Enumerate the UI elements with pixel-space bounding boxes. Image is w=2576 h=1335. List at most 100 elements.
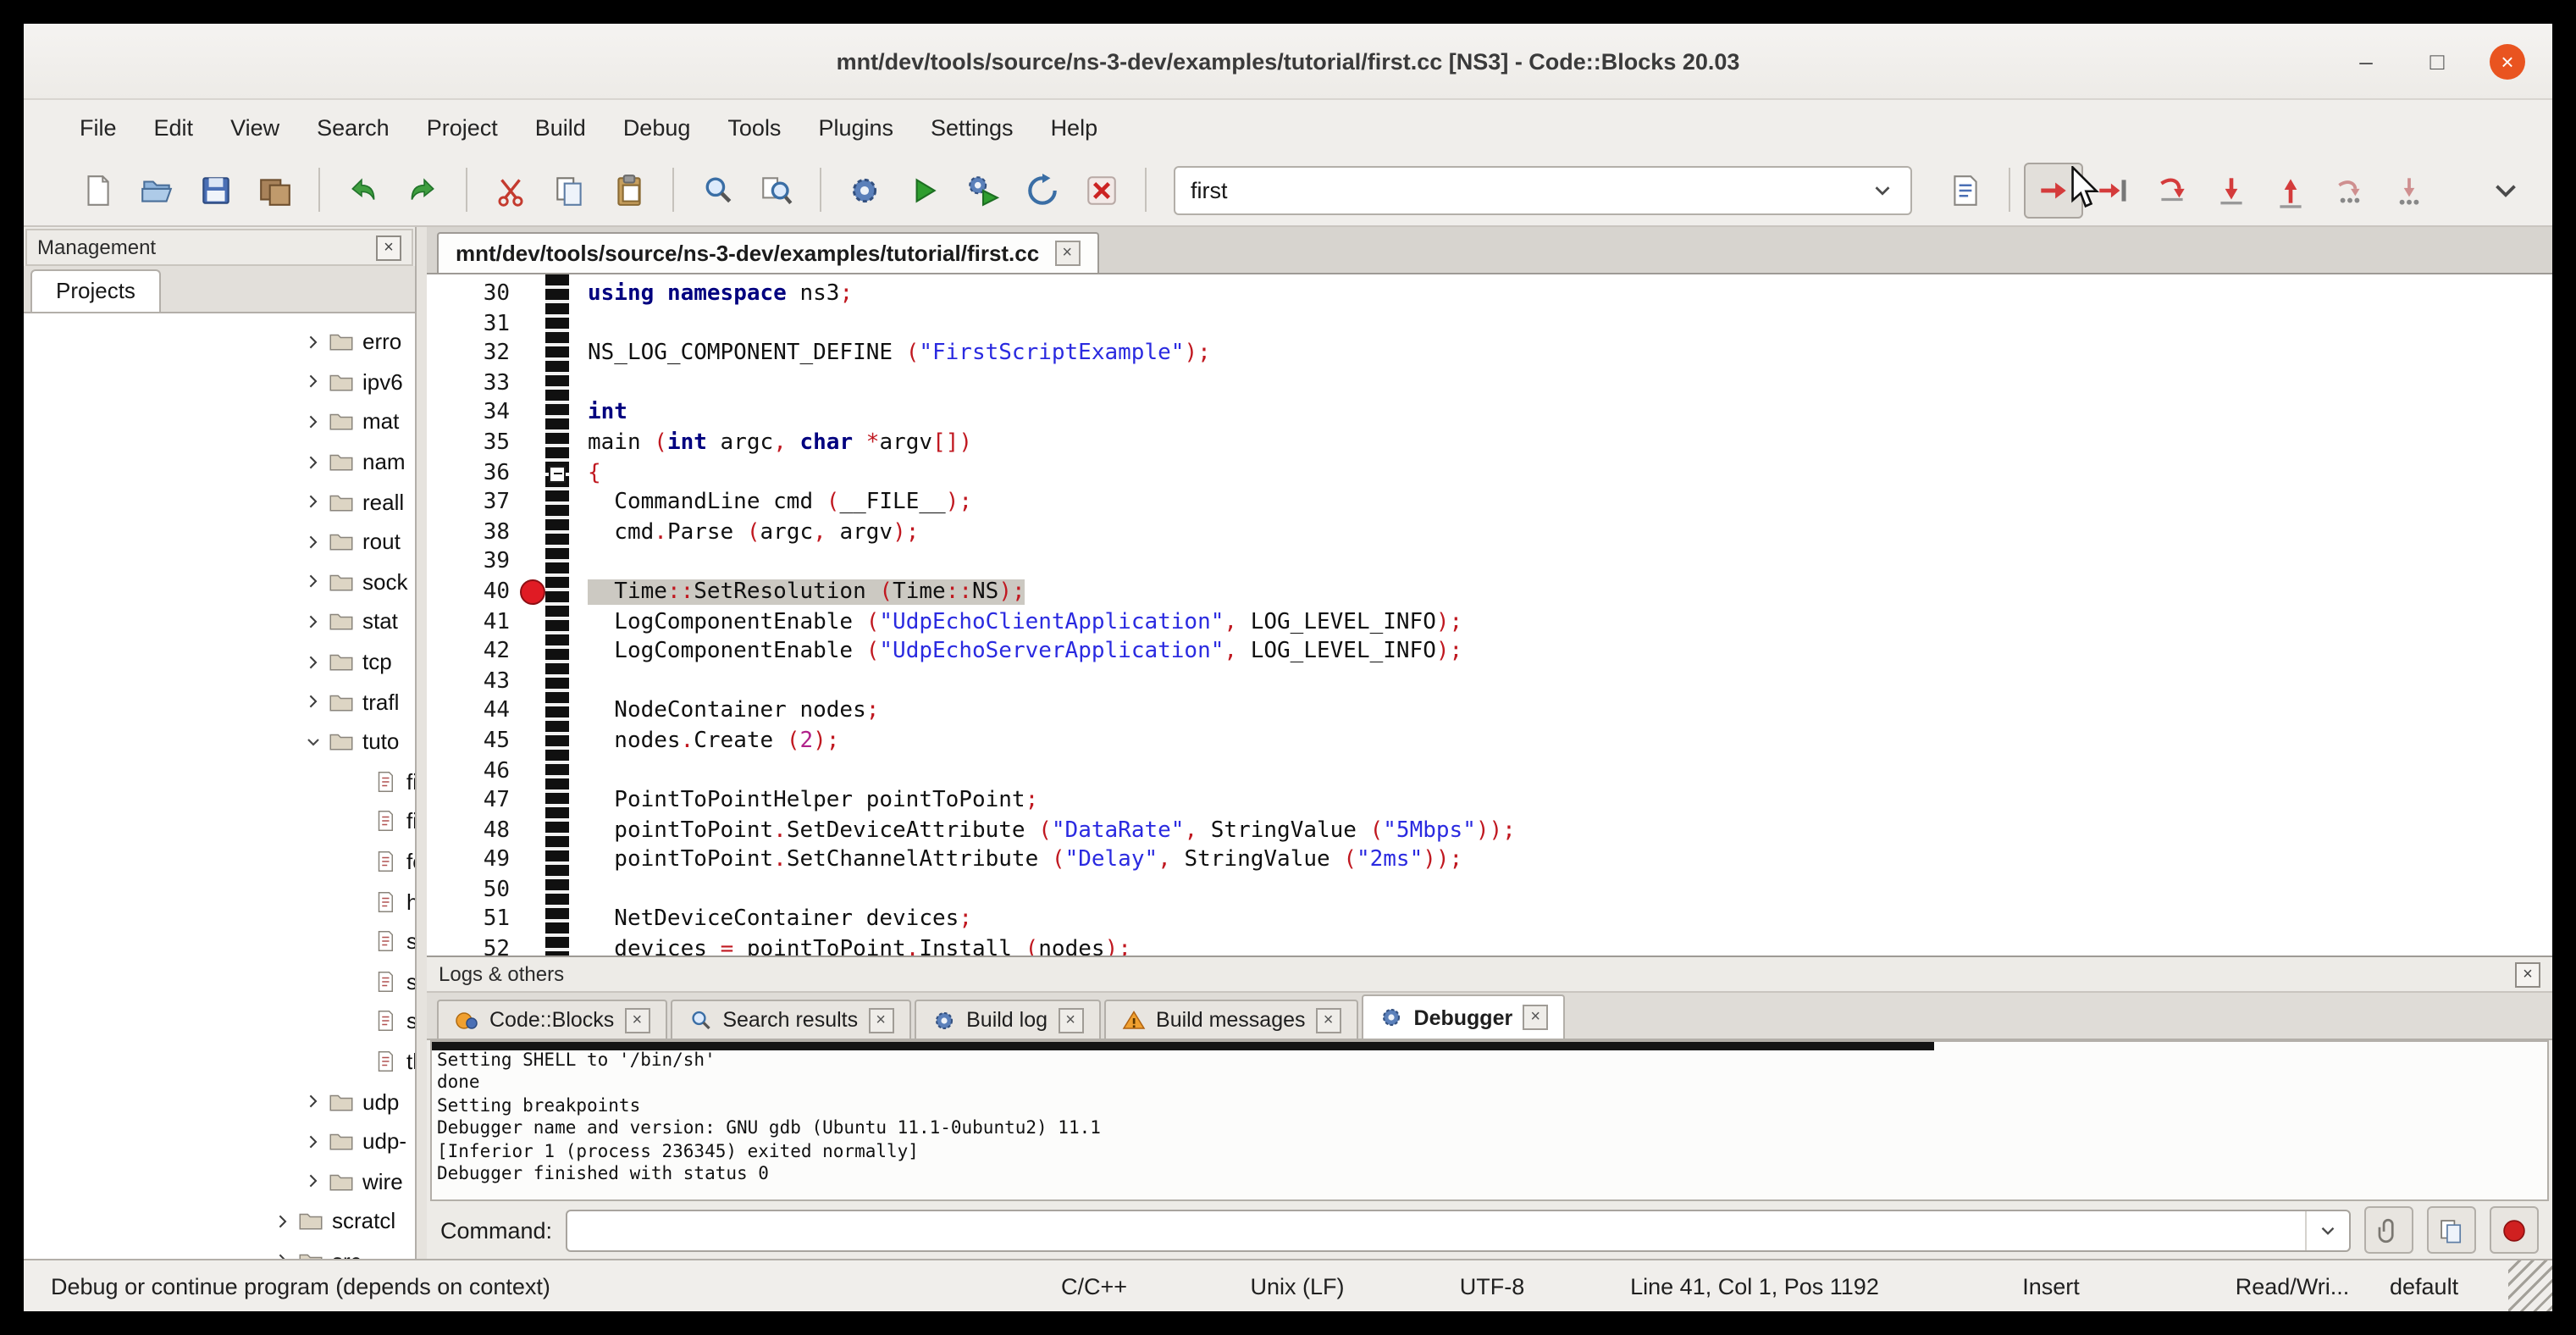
- breakpoint-margin[interactable]: [522, 578, 545, 607]
- save-all-button[interactable]: [246, 162, 305, 218]
- log-tab-build-log[interactable]: Build log×: [914, 1000, 1100, 1039]
- undo-button[interactable]: [334, 162, 393, 218]
- breakpoint-icon[interactable]: [520, 580, 545, 606]
- menu-debug[interactable]: Debug: [605, 106, 710, 148]
- tree-item-stat[interactable]: stat: [24, 601, 415, 641]
- find-in-files-button[interactable]: [747, 162, 806, 218]
- build-button[interactable]: [835, 162, 894, 218]
- menu-search[interactable]: Search: [298, 106, 408, 148]
- breakpoint-margin[interactable]: [522, 369, 545, 399]
- run-button[interactable]: [894, 162, 954, 218]
- close-log-tab-icon[interactable]: ×: [868, 1007, 893, 1033]
- open-file-button[interactable]: [127, 162, 186, 218]
- breakpoint-margin[interactable]: [522, 339, 545, 368]
- build-and-run-button[interactable]: [954, 162, 1013, 218]
- tree-item-erro[interactable]: erro: [24, 322, 415, 362]
- chevron-right-icon[interactable]: [301, 570, 325, 594]
- tree-item-src[interactable]: src: [24, 1241, 415, 1259]
- close-log-tab-icon[interactable]: ×: [624, 1007, 650, 1033]
- step-into-instruction-button[interactable]: [2380, 162, 2439, 218]
- redo-button[interactable]: [393, 162, 452, 218]
- close-logs-icon[interactable]: ×: [2515, 961, 2540, 987]
- menu-view[interactable]: View: [212, 106, 298, 148]
- tree-item-tcp[interactable]: tcp: [24, 642, 415, 682]
- close-log-tab-icon[interactable]: ×: [1523, 1005, 1548, 1030]
- debugger-output[interactable]: Setting SHELL to '/bin/sh'doneSetting br…: [430, 1040, 2549, 1201]
- breakpoint-margin[interactable]: [522, 667, 545, 696]
- tree-item-trafl[interactable]: trafl: [24, 682, 415, 722]
- breakpoint-margin[interactable]: [522, 727, 545, 756]
- breakpoint-margin[interactable]: [522, 846, 545, 876]
- breakpoint-margin[interactable]: [522, 518, 545, 548]
- maximize-button[interactable]: □: [2418, 42, 2456, 80]
- tree-item-sock[interactable]: sock: [24, 562, 415, 601]
- chevron-right-icon[interactable]: [301, 1089, 325, 1113]
- chevron-right-icon[interactable]: [301, 1129, 325, 1153]
- chevron-down-icon[interactable]: [301, 729, 325, 753]
- tree-item-six[interactable]: six: [24, 1001, 415, 1041]
- chevron-right-icon[interactable]: [301, 370, 325, 394]
- project-tree[interactable]: erroipv6matnamreallroutsockstattcptraflt…: [24, 313, 415, 1259]
- breakpoint-margin[interactable]: [522, 637, 545, 667]
- menu-file[interactable]: File: [61, 106, 135, 148]
- statusbar-resize-grip[interactable]: [2508, 1260, 2552, 1311]
- minimize-button[interactable]: –: [2347, 42, 2385, 80]
- log-tab-code-blocks[interactable]: Code::Blocks×: [437, 1000, 666, 1039]
- menu-build[interactable]: Build: [517, 106, 605, 148]
- menu-plugins[interactable]: Plugins: [799, 106, 912, 148]
- step-into-button[interactable]: [2202, 162, 2261, 218]
- toolbar-overflow-button[interactable]: [2476, 162, 2535, 218]
- menu-tools[interactable]: Tools: [709, 106, 799, 148]
- close-editor-tab-icon[interactable]: ×: [1054, 241, 1080, 266]
- panel-splitter[interactable]: [417, 227, 427, 1259]
- breakpoint-margin[interactable]: [522, 429, 545, 458]
- chevron-right-icon[interactable]: [271, 1249, 295, 1259]
- tree-item-fir[interactable]: fir: [24, 801, 415, 841]
- close-button[interactable]: ×: [2490, 43, 2525, 79]
- next-instruction-button[interactable]: [2320, 162, 2380, 218]
- tree-item-mat[interactable]: mat: [24, 402, 415, 441]
- next-line-button[interactable]: [2142, 162, 2202, 218]
- tree-item-rout[interactable]: rout: [24, 522, 415, 562]
- breakpoint-margin[interactable]: [522, 786, 545, 816]
- tree-item-udp[interactable]: udp-: [24, 1122, 415, 1161]
- log-tab-build-messages[interactable]: Build messages×: [1103, 1000, 1358, 1039]
- menu-help[interactable]: Help: [1032, 106, 1117, 148]
- copy-button[interactable]: [540, 162, 600, 218]
- chevron-right-icon[interactable]: [301, 530, 325, 554]
- chevron-right-icon[interactable]: [301, 690, 325, 713]
- code-editor[interactable]: 30using namespace ns3;3132NS_LOG_COMPONE…: [427, 274, 2552, 956]
- menu-edit[interactable]: Edit: [135, 106, 213, 148]
- breakpoint-margin[interactable]: [522, 756, 545, 786]
- tree-item-nam[interactable]: nam: [24, 442, 415, 482]
- tree-item-scratcl[interactable]: scratcl: [24, 1201, 415, 1241]
- tree-item-se[interactable]: se: [24, 961, 415, 1001]
- breakpoint-margin[interactable]: [522, 816, 545, 845]
- log-tab-search-results[interactable]: Search results×: [670, 1000, 910, 1039]
- breakpoint-margin[interactable]: [522, 488, 545, 518]
- breakpoint-margin[interactable]: [522, 399, 545, 429]
- menu-project[interactable]: Project: [408, 106, 517, 148]
- cut-button[interactable]: [481, 162, 540, 218]
- abort-build-button[interactable]: [1072, 162, 1131, 218]
- attach-file-button[interactable]: [2364, 1206, 2413, 1254]
- tree-item-fo[interactable]: fo: [24, 841, 415, 881]
- new-file-button[interactable]: [68, 162, 127, 218]
- tree-item-wire[interactable]: wire: [24, 1161, 415, 1201]
- tree-item-se[interactable]: se: [24, 922, 415, 961]
- compile-current-file-button[interactable]: [1936, 162, 1995, 218]
- chevron-right-icon[interactable]: [301, 650, 325, 673]
- breakpoint-margin[interactable]: [522, 607, 545, 637]
- chevron-right-icon[interactable]: [301, 410, 325, 434]
- close-log-tab-icon[interactable]: ×: [1058, 1007, 1083, 1033]
- chevron-right-icon[interactable]: [301, 610, 325, 634]
- chevron-right-icon[interactable]: [271, 1210, 295, 1233]
- breakpoint-margin[interactable]: [522, 876, 545, 906]
- stop-debugger-button[interactable]: [2490, 1206, 2539, 1254]
- breakpoint-margin[interactable]: [522, 697, 545, 727]
- close-log-tab-icon[interactable]: ×: [1316, 1007, 1341, 1033]
- tree-item-he[interactable]: he: [24, 882, 415, 922]
- breakpoint-margin[interactable]: [522, 548, 545, 578]
- command-input[interactable]: [566, 1209, 2351, 1251]
- tree-item-th[interactable]: th: [24, 1041, 415, 1081]
